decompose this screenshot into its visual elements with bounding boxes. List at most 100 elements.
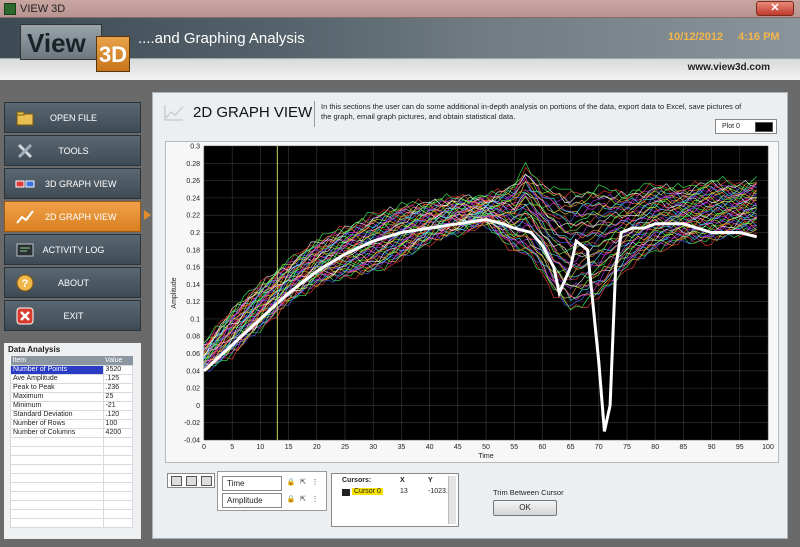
cell-value: 4200 — [102, 427, 134, 438]
cell-item: Number of Columns — [10, 427, 104, 438]
table-row[interactable]: Number of Columns 4200 — [10, 427, 134, 438]
data-analysis-table: Item Value Number of Points 3520 Ave Ampl… — [10, 356, 134, 528]
y-tick-label: -0.04 — [184, 438, 200, 445]
y-autoscale-icon[interactable]: ⇱ — [298, 495, 308, 505]
logo-view-text: View — [20, 24, 102, 60]
cursors-header: Cursors: — [342, 477, 372, 484]
trim-label: Trim Between Cursor — [493, 488, 564, 497]
line-graph-icon — [16, 210, 34, 224]
sidebar-item-2d-graph-view[interactable]: 2D GRAPH VIEW — [4, 201, 141, 232]
table-row-empty[interactable] — [10, 508, 134, 519]
table-row-empty[interactable] — [10, 472, 134, 483]
y-tick-label: 0.02 — [186, 386, 200, 393]
x-tick-label: 45 — [454, 444, 462, 451]
cursor-name[interactable]: Cursor 0 — [352, 488, 383, 495]
table-row-empty[interactable] — [10, 490, 134, 501]
app-subtitle: ....and Graphing Analysis — [138, 30, 305, 47]
y-lock-icon[interactable]: 🔒 — [286, 495, 296, 505]
graph-view-panel: 2D GRAPH VIEW In this sections the user … — [152, 92, 788, 539]
graph-frame: -0.04 -0.02 0 0.02 0.04 0.06 0.08 0.1 0.12 0.14 0.… — [165, 141, 779, 463]
x-tick-label: 5 — [230, 444, 234, 451]
view3d-logo: View 3D — [20, 22, 132, 74]
y-tick-label: 0.2 — [190, 230, 200, 237]
table-row[interactable]: Number of Rows 100 — [10, 418, 134, 429]
x-tick-label: 80 — [651, 444, 659, 451]
x-tick-label: 0 — [202, 444, 206, 451]
cell-item: Number of Points — [10, 364, 104, 375]
x-tick-label: 85 — [680, 444, 688, 451]
x-format-icon[interactable]: ⋮ — [310, 478, 320, 488]
sidebar-item-label: 3D GRAPH VIEW — [45, 179, 117, 189]
table-row-empty[interactable] — [10, 463, 134, 474]
x-axis-label: Time — [478, 453, 493, 460]
table-row-empty[interactable] — [10, 454, 134, 465]
table-row-empty[interactable] — [10, 481, 134, 492]
cell-value: 3520 — [102, 364, 134, 375]
y-tick-label: 0 — [196, 403, 200, 410]
pan-tool-icon[interactable] — [201, 476, 212, 486]
plot-legend[interactable]: Plot 0 — [715, 119, 777, 134]
sidebar-item-tools[interactable]: TOOLS — [4, 135, 141, 166]
y-tick-label: 0.22 — [186, 213, 200, 220]
x-tick-label: 10 — [257, 444, 265, 451]
time-display: 4:16 PM — [738, 31, 780, 43]
app-icon — [4, 3, 16, 15]
sidebar-item-label: EXIT — [63, 311, 84, 321]
cursor-row[interactable]: Cursor 0 13 -1023.8 — [342, 488, 452, 497]
x-tick-label: 60 — [539, 444, 547, 451]
plot-legend-label: Plot 0 — [722, 123, 740, 130]
y-tick-label: 0.18 — [186, 247, 200, 254]
y-tick-label: -0.02 — [184, 420, 200, 427]
x-tick-label: 35 — [398, 444, 406, 451]
x-tick-label: 30 — [369, 444, 377, 451]
zoom-tool-icon[interactable] — [186, 476, 197, 486]
window-close-button[interactable]: ✕ — [756, 1, 794, 16]
y-tick-label: 0.12 — [186, 299, 200, 306]
cursor-style-icon[interactable] — [342, 489, 350, 496]
cursor-tool-icon[interactable] — [171, 476, 182, 486]
window-titlebar: VIEW 3D ✕ — [0, 0, 800, 18]
y-axis-name-field[interactable]: Amplitude — [222, 493, 282, 508]
sidebar-item-activity-log[interactable]: ACTIVITY LOG — [4, 234, 141, 265]
cell-value: .125 — [102, 373, 134, 384]
column-header-value: Value — [103, 356, 133, 365]
sidebar-item-open-file[interactable]: OPEN FILE — [4, 102, 141, 133]
x-tick-label: 50 — [482, 444, 490, 451]
x-axis-name-field[interactable]: Time — [222, 476, 282, 491]
page-description: In this sections the user can do some ad… — [321, 102, 742, 121]
2d-graph[interactable]: -0.04 -0.02 0 0.02 0.04 0.06 0.08 0.1 0.12 0.14 0.… — [166, 142, 780, 464]
cell-item: Peak to Peak — [10, 382, 104, 393]
cell-value: .120 — [102, 409, 134, 420]
y-tick-label: 0.14 — [186, 282, 200, 289]
trim-ok-button[interactable]: OK — [493, 500, 557, 516]
table-row[interactable]: Peak to Peak .236 — [10, 382, 134, 393]
sidebar-item-label: ABOUT — [57, 278, 89, 288]
x-tick-label: 65 — [567, 444, 575, 451]
plot-style-swatch-icon[interactable] — [755, 122, 773, 132]
table-row-empty[interactable] — [10, 445, 134, 456]
cell-value: 25 — [102, 391, 134, 402]
column-header-item: Item — [10, 356, 104, 365]
table-row[interactable]: Standard Deviation .120 — [10, 409, 134, 420]
table-row-empty[interactable] — [10, 517, 134, 528]
table-row[interactable]: Number of Points 3520 — [10, 364, 134, 375]
cursor-list-scrollbar[interactable] — [448, 476, 456, 524]
page-title: 2D GRAPH VIEW — [193, 104, 313, 121]
sidebar-item-label: OPEN FILE — [49, 113, 97, 123]
sidebar-item-about[interactable]: ? ABOUT — [4, 267, 141, 298]
table-row[interactable]: Maximum 25 — [10, 391, 134, 402]
x-tick-label: 15 — [285, 444, 293, 451]
sidebar-item-3d-graph-view[interactable]: 3D GRAPH VIEW — [4, 168, 141, 199]
x-lock-icon[interactable]: 🔒 — [286, 478, 296, 488]
cursor-y-header: Y — [428, 477, 433, 484]
y-format-icon[interactable]: ⋮ — [310, 495, 320, 505]
table-row[interactable]: Minimum -21 — [10, 400, 134, 411]
table-row[interactable]: Ave Amplitude .125 — [10, 373, 134, 384]
sidebar-item-exit[interactable]: EXIT — [4, 300, 141, 331]
cell-item: Ave Amplitude — [10, 373, 104, 384]
x-autoscale-icon[interactable]: ⇱ — [298, 478, 308, 488]
title-divider — [314, 101, 315, 127]
table-row-empty[interactable] — [10, 436, 134, 447]
cell-item: Number of Rows — [10, 418, 104, 429]
table-row-empty[interactable] — [10, 499, 134, 510]
